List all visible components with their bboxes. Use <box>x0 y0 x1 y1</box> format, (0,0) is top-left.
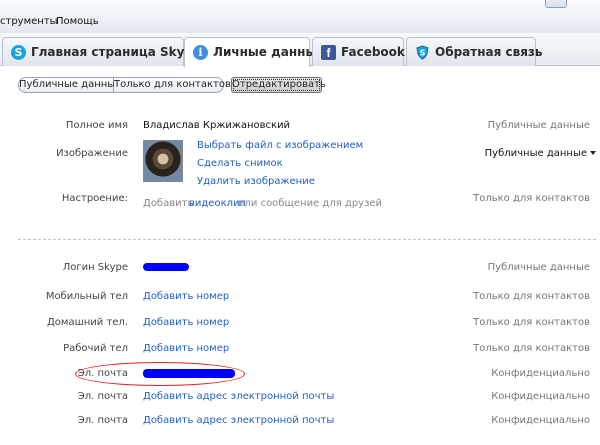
tab-label: Обратная связь <box>435 45 543 59</box>
tab-strip: S Главная страница Skype i Личные данные… <box>0 33 600 67</box>
add-mobile-link[interactable]: Добавить номер <box>143 291 229 302</box>
add-email-link[interactable]: Добавить адрес электронной почты <box>143 391 334 402</box>
picture-privacy-dropdown[interactable]: Публичные данные <box>485 148 587 159</box>
home-phone-privacy: Только для контактов <box>473 317 590 328</box>
tab-personal-info[interactable]: i Личные данные <box>184 37 324 67</box>
menu-bar: струменты Помощь <box>0 0 600 33</box>
add-office-phone-link[interactable]: Добавить номер <box>143 343 229 354</box>
email-label-3: Эл. почта <box>77 415 128 426</box>
annotation-ellipse <box>75 362 245 386</box>
chevron-down-icon[interactable] <box>590 151 596 155</box>
svg-text:S: S <box>420 49 426 58</box>
choose-picture-link[interactable]: Выбрать файл с изображением <box>197 140 363 151</box>
email-privacy-2: Конфиденциально <box>491 391 590 402</box>
full-name-label: Полное имя <box>65 120 128 131</box>
tab-feedback[interactable]: S Обратная связь <box>406 37 542 66</box>
menu-help[interactable]: Помощь <box>56 16 99 27</box>
email-privacy-3: Конфиденциально <box>491 415 590 426</box>
remove-picture-link[interactable]: Удалить изображение <box>197 176 315 187</box>
email-privacy: Конфиденциально <box>491 368 590 379</box>
mood-label: Настроение: <box>61 193 128 204</box>
filter-public-button[interactable]: Публичные данные <box>18 77 121 93</box>
mood-suffix: или сообщение для друзей <box>238 198 383 209</box>
add-email-link-2[interactable]: Добавить адрес электронной почты <box>143 415 334 426</box>
section-divider <box>18 239 596 240</box>
filter-contacts-button[interactable]: Только для контактов <box>114 77 231 93</box>
info-icon: i <box>193 45 208 60</box>
mobile-label: Мобильный тел <box>45 291 128 302</box>
tab-facebook[interactable]: f Facebook <box>312 37 405 66</box>
tab-label: Личные данные <box>213 45 325 59</box>
tab-label: Главная страница Skype <box>31 45 202 59</box>
skype-icon: S <box>11 45 26 60</box>
email-label-2: Эл. почта <box>77 391 128 402</box>
take-snapshot-link[interactable]: Сделать снимок <box>197 158 283 169</box>
mobile-privacy: Только для контактов <box>473 291 590 302</box>
facebook-icon: f <box>321 45 336 60</box>
mood-prefix: Добавить <box>143 198 194 209</box>
shield-icon: S <box>415 45 430 60</box>
tab-label: Facebook <box>341 45 405 59</box>
office-phone-privacy: Только для контактов <box>473 343 590 354</box>
add-home-phone-link[interactable]: Добавить номер <box>143 317 229 328</box>
full-name-value: Владислав Кржижановский <box>143 120 291 131</box>
picture-label: Изображение <box>56 148 128 159</box>
full-name-privacy: Публичные данные <box>487 120 590 131</box>
office-phone-label: Рабочий тел <box>63 343 128 354</box>
skype-login-privacy: Публичные данные <box>487 262 590 273</box>
edit-button[interactable]: Отредактировать <box>231 77 326 93</box>
home-phone-label: Домашний тел. <box>46 317 128 328</box>
tab-skype-home[interactable]: S Главная страница Skype <box>2 37 201 66</box>
redacted-skype-login <box>143 263 189 271</box>
window-button[interactable] <box>545 0 567 8</box>
menu-tools[interactable]: струменты <box>0 16 58 27</box>
skype-login-label: Логин Skype <box>62 262 128 273</box>
mood-privacy: Только для контактов <box>473 193 590 204</box>
avatar <box>143 140 183 182</box>
